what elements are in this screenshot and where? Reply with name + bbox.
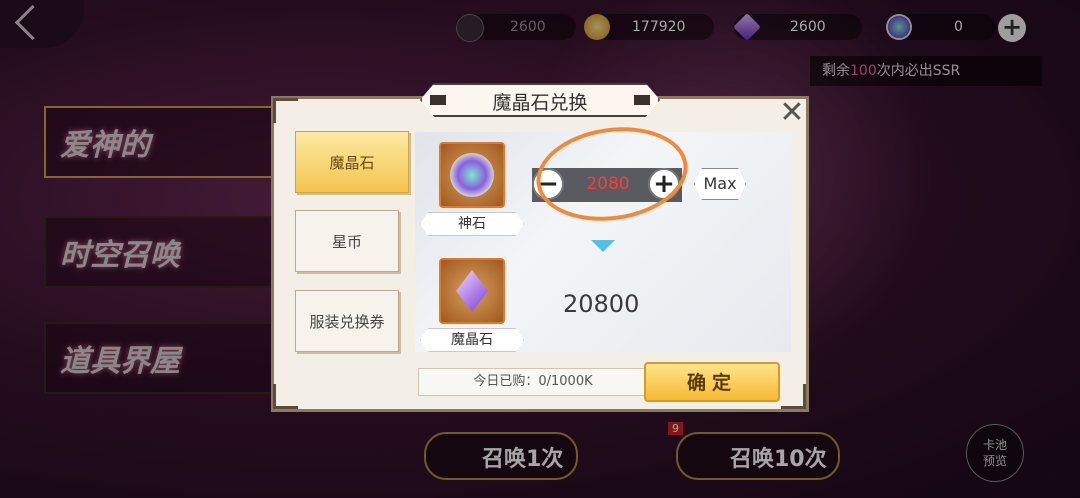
dialog-title: 魔晶石兑换 <box>492 92 588 114</box>
target-item-label: 魔晶石 <box>420 328 524 352</box>
god-stone-icon <box>450 153 494 197</box>
god-stone-item <box>439 142 505 208</box>
tab-magic-crystal[interactable]: 魔晶石 <box>295 131 409 193</box>
tab-costume-ticket[interactable]: 服装兑换券 <box>295 290 399 352</box>
result-value: 20800 <box>563 290 640 318</box>
close-button[interactable]: ✕ <box>778 98 806 128</box>
arrow-down-icon <box>591 240 615 252</box>
tab-star-coin[interactable]: 星币 <box>295 210 399 272</box>
tab-label: 服装兑换券 <box>309 313 385 331</box>
confirm-button[interactable]: 确定 <box>644 362 780 402</box>
magic-crystal-item <box>439 258 505 324</box>
source-item-label: 神石 <box>420 212 524 236</box>
daily-limit: 今日已购：0/1000K <box>418 368 648 396</box>
tab-label: 魔晶石 <box>329 154 375 172</box>
magic-crystal-icon <box>456 270 488 312</box>
corner-deco <box>273 98 298 123</box>
max-button[interactable]: Max <box>694 168 746 200</box>
tab-label: 星币 <box>331 233 362 251</box>
corner-deco <box>273 384 298 409</box>
corner-deco <box>781 384 806 409</box>
